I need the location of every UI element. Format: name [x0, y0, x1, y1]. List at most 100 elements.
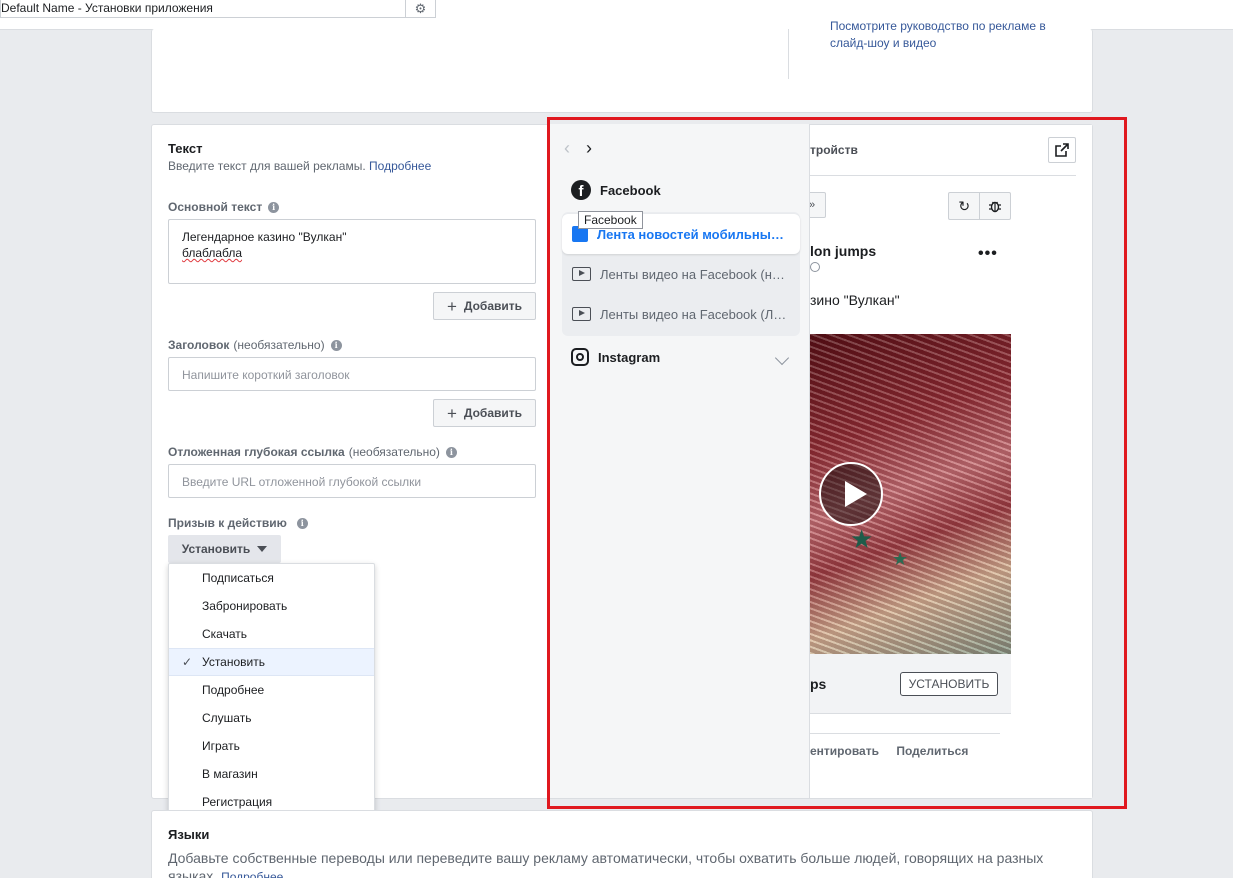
refresh-icon[interactable]: ↻: [949, 193, 979, 219]
languages-learn-more-link[interactable]: Подробнее: [221, 870, 283, 878]
tooltip: Facebook: [578, 211, 643, 229]
deeplink-label: Отложенная глубокая ссылка (необязательн…: [168, 445, 457, 459]
primary-text-line2: блаблабла: [182, 246, 243, 260]
cta-option[interactable]: Слушать: [169, 704, 374, 732]
placement-label: Ленты видео на Facebook (Лента): [600, 306, 790, 322]
cta-option-label: Слушать: [202, 711, 252, 725]
video-icon: [572, 267, 591, 281]
guide-link-line2[interactable]: слайд-шоу и видео: [830, 36, 936, 50]
divider: [788, 29, 789, 79]
platform-instagram[interactable]: Instagram: [571, 348, 660, 366]
cta-label-text: Призыв к действию: [168, 516, 287, 530]
languages-description-line1: Добавьте собственные переводы или переве…: [168, 850, 1044, 866]
languages-description-text: языках.: [168, 868, 218, 878]
text-section-description-text: Введите текст для вашей рекламы.: [168, 159, 366, 173]
media-card: Посмотрите руководство по рекламе в слай…: [151, 19, 1093, 113]
add-primary-text-button[interactable]: + Добавить: [433, 292, 536, 320]
cta-selected-label: Установить: [181, 542, 251, 556]
cta-option-label: Забронировать: [202, 599, 288, 613]
chevron-left-icon[interactable]: ‹: [564, 138, 570, 159]
ad-name-text: Default Name - Установки приложения: [1, 1, 213, 15]
deeplink-input[interactable]: Введите URL отложенной глубокой ссылки: [168, 464, 536, 498]
chevron-right-icon[interactable]: ›: [586, 138, 592, 159]
placement-video-feeds-mobile[interactable]: Ленты видео на Facebook (на мобильных ус…: [562, 254, 800, 294]
placement-video-feeds[interactable]: Ленты видео на Facebook (Лента): [562, 294, 800, 334]
checkmark-icon: ✓: [182, 655, 193, 669]
info-icon[interactable]: i: [445, 446, 457, 458]
text-section-title: Текст: [168, 141, 203, 156]
placement-label: Ленты видео на Facebook (на мобильных ус…: [600, 266, 790, 282]
gear-icon[interactable]: ⚙: [405, 0, 435, 17]
comment-action[interactable]: ентировать: [810, 744, 879, 758]
share-action[interactable]: Поделиться: [896, 744, 968, 758]
cta-option[interactable]: Подробнее: [169, 676, 374, 704]
add-headline-button[interactable]: + Добавить: [433, 399, 536, 427]
cta-option[interactable]: Подписаться: [169, 564, 374, 592]
add-button-label: Добавить: [463, 406, 523, 420]
preview-primary-text: зино "Вулкан": [810, 292, 900, 308]
cta-option-label: Скачать: [202, 627, 247, 641]
cta-option-selected[interactable]: ✓ Установить: [169, 648, 374, 676]
divider: [810, 175, 1076, 176]
chevron-down-icon[interactable]: [774, 350, 790, 366]
platform-instagram-label: Instagram: [598, 349, 661, 365]
deeplink-placeholder: Введите URL отложенной глубокой ссылки: [182, 475, 422, 489]
languages-title: Языки: [168, 827, 210, 842]
primary-text-line1: Легендарное казино "Вулкан": [182, 230, 347, 244]
headline-label-text: Заголовок: [168, 338, 230, 352]
languages-description-line2: языках. Подробнее: [168, 868, 283, 878]
ad-name-field[interactable]: Default Name - Установки приложения ⚙: [0, 0, 436, 18]
preview-app-footer: ps УСТАНОВИТЬ: [810, 654, 1011, 714]
deeplink-optional: (необязательно): [348, 445, 440, 459]
text-section-description: Введите текст для вашей рекламы. Подробн…: [168, 159, 431, 173]
install-button[interactable]: УСТАНОВИТЬ: [900, 672, 998, 696]
guide-link-line1[interactable]: Посмотрите руководство по рекламе в: [830, 19, 1046, 33]
top-bar: Default Name - Установки приложения ⚙: [0, 0, 1233, 30]
preview-tools: ↻: [948, 192, 1011, 220]
platform-facebook-label: Facebook: [600, 182, 661, 198]
preview-title: тройств: [810, 143, 858, 157]
cta-option[interactable]: В магазин: [169, 760, 374, 788]
cta-option[interactable]: Забронировать: [169, 592, 374, 620]
cta-option[interactable]: Скачать: [169, 620, 374, 648]
add-button-label: Добавить: [463, 299, 523, 313]
preview-page-name: lon jumps: [810, 243, 877, 259]
info-icon[interactable]: i: [296, 517, 308, 529]
open-external-icon[interactable]: [1048, 137, 1076, 163]
star-decoration: ★: [850, 524, 874, 554]
headline-optional: (необязательно): [233, 338, 325, 352]
cta-label: Призыв к действию i: [168, 516, 308, 530]
play-icon[interactable]: [819, 462, 883, 526]
cta-dropdown-button[interactable]: Установить: [168, 535, 281, 563]
cta-option-label: Установить: [202, 655, 265, 669]
languages-card: [151, 810, 1093, 878]
info-icon[interactable]: i: [330, 339, 342, 351]
plus-icon: +: [446, 296, 457, 316]
primary-text-input[interactable]: Легендарное казино "Вулкан" блаблабла: [168, 219, 536, 284]
more-icon[interactable]: •••: [978, 245, 998, 263]
preview-actions: ентировать Поделиться: [810, 744, 968, 758]
headline-label: Заголовок (необязательно) i: [168, 338, 342, 352]
cta-option-label: В магазин: [202, 767, 258, 781]
plus-icon: +: [446, 403, 457, 423]
headline-input[interactable]: Напишите короткий заголовок: [168, 357, 536, 391]
learn-more-link[interactable]: Подробнее: [369, 159, 431, 173]
video-icon: [572, 307, 591, 321]
cta-option[interactable]: Играть: [169, 732, 374, 760]
facebook-icon: f: [571, 180, 591, 200]
caret-down-icon: [257, 546, 268, 552]
cta-dropdown-menu: Подписаться Забронировать Скачать ✓ Уста…: [168, 563, 375, 814]
cta-option-label: Регистрация: [202, 795, 273, 809]
preview-video[interactable]: ★ ★: [810, 334, 1011, 654]
cta-option-label: Подробнее: [202, 683, 265, 697]
instagram-icon: [571, 348, 589, 366]
globe-icon: [810, 262, 820, 272]
info-icon[interactable]: i: [268, 201, 280, 213]
bug-icon[interactable]: [979, 193, 1010, 219]
primary-text-label: Основной текст i: [168, 200, 280, 214]
preview-app-name: ps: [810, 676, 827, 692]
primary-text-label-text: Основной текст: [168, 200, 263, 214]
cta-option-label: Играть: [202, 739, 240, 753]
cta-option-label: Подписаться: [202, 571, 274, 585]
platform-facebook[interactable]: f Facebook: [571, 180, 661, 200]
